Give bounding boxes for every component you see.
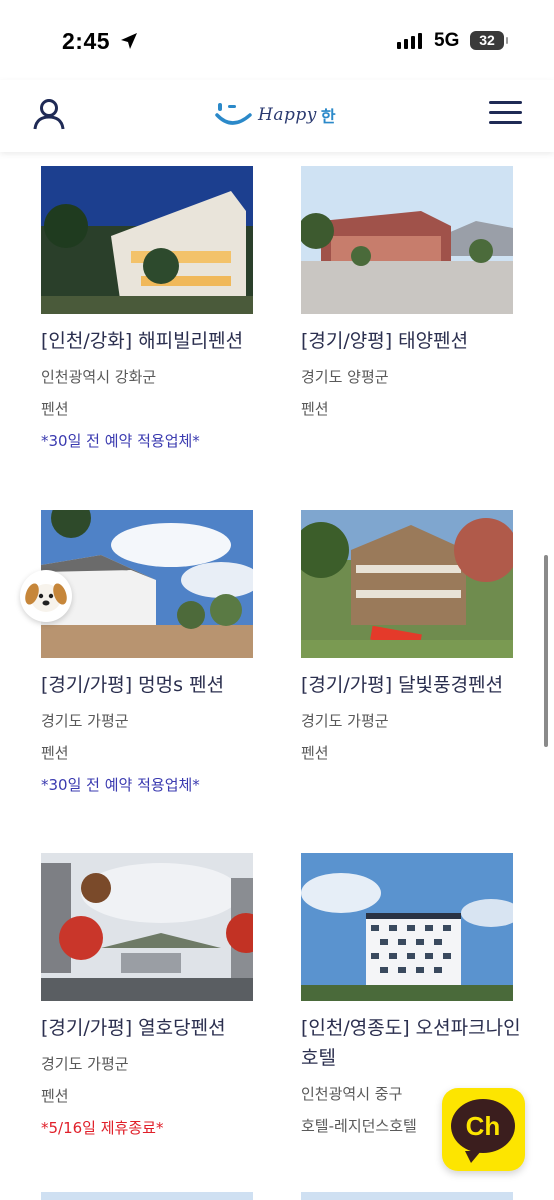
listing-region: 경기도 가평군: [41, 712, 129, 730]
listing-region: 경기도 양평군: [301, 368, 389, 386]
listing-title[interactable]: [인천/강화] 해피빌리펜션: [41, 326, 271, 356]
listing-card[interactable]: [경기/가평] 열호당펜션 경기도 가평군 펜션 *5/16일 제휴종료*: [41, 853, 271, 1138]
listing-photo[interactable]: [301, 853, 513, 1001]
listing-region: 경기도 가평군: [41, 1055, 129, 1073]
network-type: 5G: [434, 30, 460, 51]
listing-card[interactable]: [경기/양평] 태양펜션 경기도 양평군 펜션: [301, 166, 531, 419]
status-time: 2:45: [62, 28, 111, 54]
listing-title[interactable]: [경기/가평] 열호당펜션: [41, 1013, 271, 1043]
location-arrow-icon: [121, 33, 137, 49]
listing-card[interactable]: [경기/가평] 달빛풍경펜션 경기도 가평군 펜션: [301, 510, 531, 763]
logo[interactable]: Happy 한: [214, 98, 336, 132]
listing-title[interactable]: [경기/가평] 달빛풍경펜션: [301, 670, 531, 700]
listing-title[interactable]: [경기/가평] 멍멍s 펜션: [41, 670, 271, 700]
listing-photo[interactable]: [41, 853, 253, 1001]
status-bar: 2:45 5G 32: [0, 0, 554, 80]
listing-photo[interactable]: [301, 166, 513, 314]
listing-photo[interactable]: [301, 510, 513, 658]
smile-logo-icon: [215, 103, 252, 125]
listing-title[interactable]: [경기/양평] 태양펜션: [301, 326, 531, 356]
listing-type: 펜션: [41, 400, 69, 418]
kakao-label: Ch: [465, 1111, 501, 1141]
listing-type: 펜션: [41, 744, 69, 762]
listing-photo[interactable]: [41, 166, 253, 314]
listing-note: *30일 전 예약 적용업체*: [41, 432, 200, 450]
listing-region: 경기도 가평군: [301, 712, 389, 730]
listing-type: 펜션: [41, 1087, 69, 1105]
listing-note: *5/16일 제휴종료*: [41, 1119, 164, 1137]
logo-text: Happy: [258, 105, 317, 125]
kakao-channel-button[interactable]: Ch: [442, 1088, 525, 1171]
user-icon[interactable]: [32, 97, 66, 131]
next-listing-photo[interactable]: [301, 1192, 513, 1200]
kakao-channel-icon: Ch: [451, 1099, 515, 1163]
listing-photo[interactable]: [41, 510, 253, 658]
listing-type: 펜션: [301, 744, 329, 762]
listing-type: 펜션: [301, 400, 329, 418]
battery-icon: 32: [470, 31, 508, 50]
next-listing-photo[interactable]: [41, 1192, 253, 1200]
logo-suffix: 한: [320, 107, 336, 126]
cellular-signal-icon: [397, 33, 422, 49]
listing-card[interactable]: [경기/가평] 멍멍s 펜션 경기도 가평군 펜션 *30일 전 예약 적용업체…: [41, 510, 271, 795]
listing-card[interactable]: [인천/강화] 해피빌리펜션 인천광역시 강화군 펜션 *30일 전 예약 적용…: [41, 166, 271, 451]
scrollbar[interactable]: [544, 555, 548, 747]
hamburger-menu-icon[interactable]: [489, 101, 522, 127]
listing-title[interactable]: [인천/영종도] 오션파크나인호텔: [301, 1013, 531, 1073]
listing-note: *30일 전 예약 적용업체*: [41, 776, 200, 794]
dog-mascot-icon[interactable]: [20, 570, 72, 622]
listing-region: 인천광역시 강화군: [41, 368, 157, 386]
app-header: Happy 한: [0, 80, 554, 152]
